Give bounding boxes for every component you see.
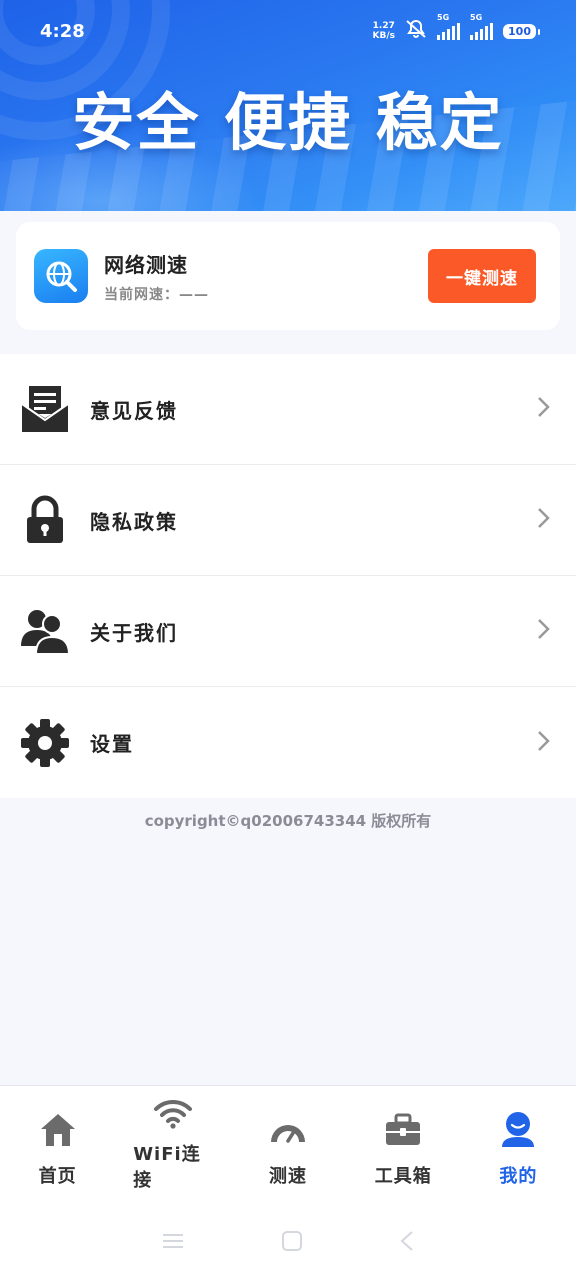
menu-item-label: 设置 bbox=[90, 732, 134, 756]
settings-menu: 意见反馈 隐私政策 关于我们 设置 bbox=[0, 354, 576, 798]
tab-speed-test[interactable]: 测速 bbox=[230, 1086, 345, 1205]
menu-nav-icon[interactable] bbox=[161, 1231, 185, 1255]
signal-sim2-icon: 5G bbox=[470, 13, 494, 40]
chevron-right-icon bbox=[536, 506, 552, 534]
system-navigation-bar bbox=[0, 1205, 576, 1280]
status-bar: 4:28 1.27 KB/s 5G 5G 100 bbox=[0, 0, 576, 62]
menu-item-label: 关于我们 bbox=[90, 620, 178, 645]
copyright-text: copyright©q02006743344 版权所有 bbox=[144, 812, 432, 830]
tab-label: 我的 bbox=[499, 1166, 538, 1187]
speed-test-title: 网络测速 bbox=[104, 252, 188, 277]
tab-toolbox[interactable]: 工具箱 bbox=[346, 1086, 461, 1205]
tab-label: 测速 bbox=[269, 1166, 307, 1187]
one-click-speed-test-button[interactable]: 一键测速 bbox=[428, 249, 536, 303]
banner-slogan: 安全 便捷 稳定 bbox=[72, 86, 504, 159]
chevron-right-icon bbox=[536, 617, 552, 645]
gear-icon bbox=[20, 718, 70, 768]
bottom-tab-bar: 首页 WiFi连接 测速 工具箱 我的 bbox=[0, 1085, 576, 1205]
tab-label: 首页 bbox=[38, 1166, 77, 1187]
feedback-mail-icon bbox=[20, 384, 70, 434]
speed-test-card: 网络测速 当前网速：—— 一键测速 bbox=[16, 222, 560, 330]
mute-icon bbox=[405, 19, 427, 43]
wifi-icon bbox=[153, 1094, 193, 1134]
current-speed-label: 当前网速：—— bbox=[104, 286, 209, 303]
home-nav-icon[interactable] bbox=[281, 1230, 303, 1256]
network-speed-indicator: 1.27 KB/s bbox=[372, 21, 396, 41]
users-icon bbox=[20, 606, 70, 656]
chevron-right-icon bbox=[536, 729, 552, 757]
menu-item-label: 隐私政策 bbox=[90, 509, 178, 534]
menu-item-about-us[interactable]: 关于我们 bbox=[0, 576, 576, 687]
menu-item-label: 意见反馈 bbox=[90, 398, 178, 423]
profile-screen: 4:28 1.27 KB/s 5G 5G 100 安全 便捷 稳定 网络测速 当… bbox=[0, 0, 576, 1280]
tab-label: 工具箱 bbox=[374, 1166, 432, 1187]
home-icon bbox=[38, 1110, 78, 1150]
toolbox-icon bbox=[383, 1110, 423, 1150]
menu-item-settings[interactable]: 设置 bbox=[0, 687, 576, 798]
battery-icon: 100 bbox=[503, 23, 540, 39]
status-time: 4:28 bbox=[40, 20, 85, 42]
lock-icon bbox=[20, 495, 70, 545]
speedometer-icon bbox=[268, 1110, 308, 1150]
back-nav-icon[interactable] bbox=[399, 1230, 415, 1256]
user-icon bbox=[498, 1110, 538, 1150]
menu-item-privacy-policy[interactable]: 隐私政策 bbox=[0, 465, 576, 576]
tab-label: WiFi连接 bbox=[133, 1144, 201, 1191]
signal-sim1-icon: 5G bbox=[437, 13, 461, 40]
speed-test-app-icon bbox=[34, 249, 88, 303]
menu-item-feedback[interactable]: 意见反馈 bbox=[0, 354, 576, 465]
tab-mine[interactable]: 我的 bbox=[461, 1086, 576, 1205]
chevron-right-icon bbox=[536, 395, 552, 423]
tab-wifi-connect[interactable]: WiFi连接 bbox=[115, 1086, 230, 1205]
tab-home[interactable]: 首页 bbox=[0, 1086, 115, 1205]
